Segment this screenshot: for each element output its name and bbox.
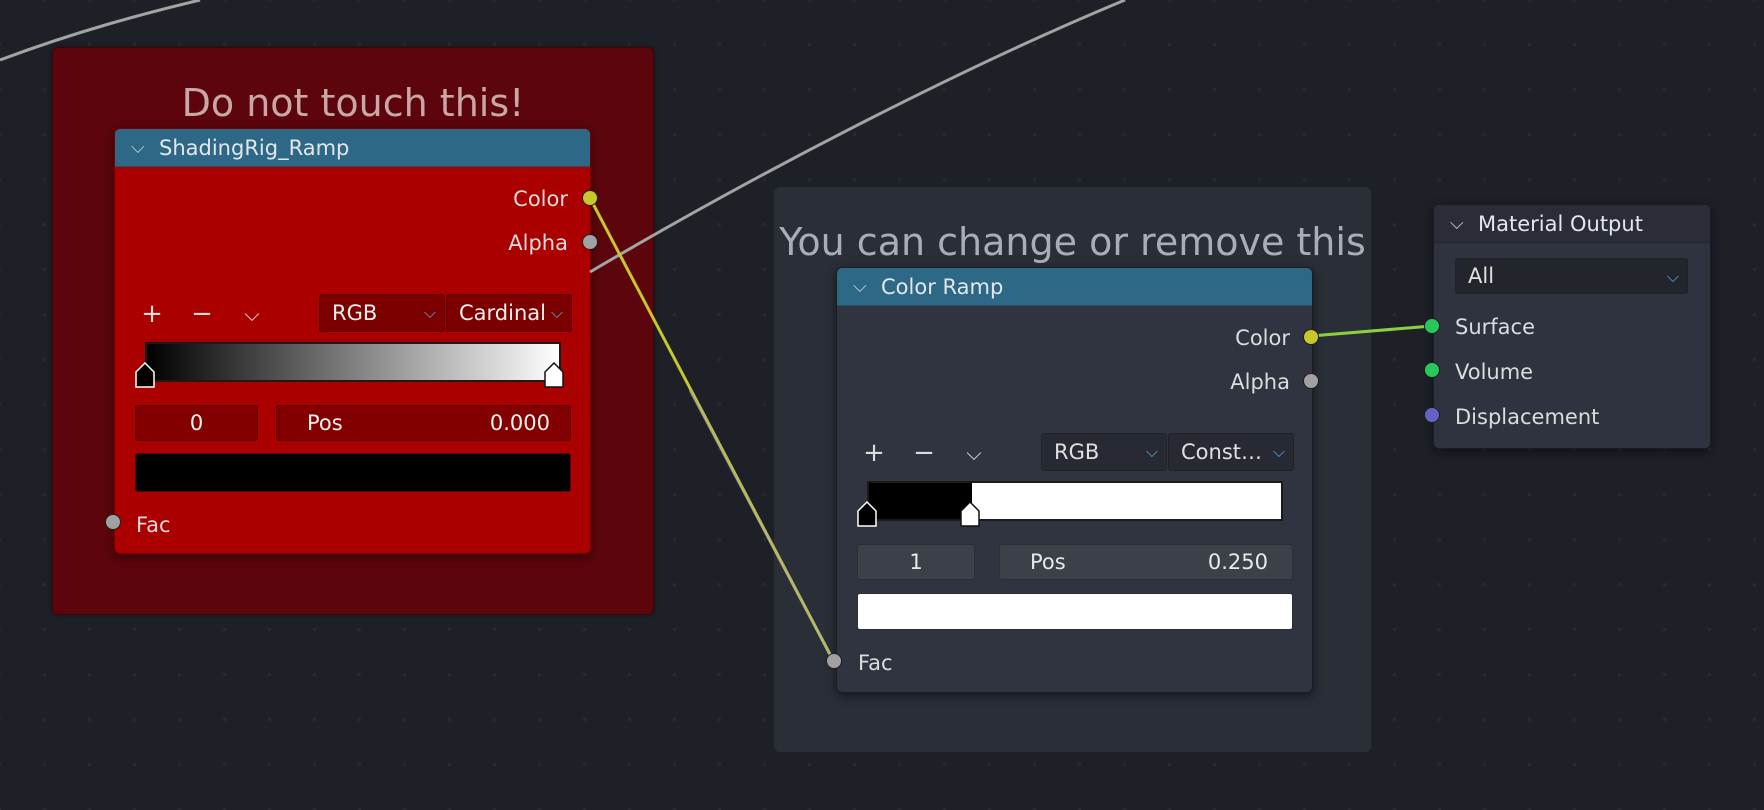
chevron-down-icon: ⌵ [1272, 442, 1285, 461]
socket-output-volume-in[interactable] [1424, 362, 1440, 378]
chevron-down-icon: ⌵ [1666, 267, 1679, 286]
interpolation-dropdown[interactable]: Const… ⌵ [1168, 433, 1294, 471]
color-mode-value: RGB [1054, 440, 1100, 464]
collapse-chevron-icon[interactable]: ⌵ [853, 276, 881, 297]
frame-title-editable: You can change or remove this [779, 220, 1366, 264]
node-shadingrig-ramp[interactable]: ⌵ ShadingRig_Ramp Color Alpha + − ⌵ RGB … [114, 128, 591, 554]
ramp-stop-black[interactable] [857, 501, 877, 527]
interpolation-dropdown[interactable]: Cardinal ⌵ [446, 294, 572, 332]
output-alpha-label: Alpha [1230, 370, 1290, 394]
input-displacement-label: Displacement [1455, 405, 1600, 429]
socket-output-surface-in[interactable] [1424, 318, 1440, 334]
active-stop-index-field[interactable]: 1 [857, 544, 975, 580]
pos-label: Pos [1030, 550, 1066, 574]
chevron-down-icon: ⌵ [423, 303, 436, 322]
socket-shading-fac-in[interactable] [105, 514, 121, 530]
node-title: Color Ramp [881, 274, 1004, 299]
color-mode-dropdown[interactable]: RGB ⌵ [319, 294, 445, 332]
remove-stop-icon[interactable]: − [909, 438, 939, 468]
node-header[interactable]: ⌵ Color Ramp [837, 268, 1312, 306]
socket-colorramp-color-out[interactable] [1303, 329, 1319, 345]
interpolation-value: Cardinal [459, 301, 546, 325]
input-fac-label: Fac [858, 651, 893, 675]
collapse-chevron-icon[interactable]: ⌵ [131, 137, 159, 158]
input-volume-label: Volume [1455, 360, 1534, 384]
node-header[interactable]: ⌵ ShadingRig_Ramp [115, 129, 590, 167]
color-ramp-bar[interactable] [145, 342, 561, 382]
specials-menu-icon[interactable]: ⌵ [959, 438, 989, 468]
socket-shading-alpha-out[interactable] [582, 234, 598, 250]
output-color-label: Color [513, 187, 568, 211]
input-fac-label: Fac [136, 513, 171, 537]
pos-value: 0.000 [489, 411, 550, 435]
add-stop-icon[interactable]: + [137, 299, 167, 329]
node-color-ramp[interactable]: ⌵ Color Ramp Color Alpha + − ⌵ RGB ⌵ Con… [836, 267, 1313, 693]
socket-colorramp-alpha-out[interactable] [1303, 373, 1319, 389]
output-color-label: Color [1235, 326, 1290, 350]
color-mode-value: RGB [332, 301, 378, 325]
stop-position-field[interactable]: Pos 0.000 [276, 405, 571, 441]
ramp-stop-white[interactable] [960, 501, 980, 527]
socket-output-displacement-in[interactable] [1424, 407, 1440, 423]
pos-label: Pos [307, 411, 343, 435]
target-value: All [1468, 264, 1495, 288]
socket-shading-color-out[interactable] [582, 190, 598, 206]
add-stop-icon[interactable]: + [859, 438, 889, 468]
pos-value: 0.250 [1207, 550, 1268, 574]
chevron-down-icon: ⌵ [1145, 442, 1158, 461]
color-mode-dropdown[interactable]: RGB ⌵ [1041, 433, 1167, 471]
active-stop-color-swatch[interactable] [135, 453, 571, 492]
node-header[interactable]: ⌵ Material Output [1434, 205, 1710, 243]
color-ramp-bar[interactable] [867, 481, 1283, 521]
chevron-down-icon: ⌵ [550, 303, 563, 322]
node-title: Material Output [1478, 211, 1643, 236]
node-title: ShadingRig_Ramp [159, 135, 350, 160]
interpolation-value: Const… [1181, 440, 1262, 464]
target-dropdown[interactable]: All ⌵ [1455, 258, 1688, 294]
frame-title-protected: Do not touch this! [181, 81, 525, 125]
active-stop-index-field[interactable]: 0 [135, 405, 258, 441]
stop-position-field[interactable]: Pos 0.250 [999, 544, 1293, 580]
output-alpha-label: Alpha [508, 231, 568, 255]
input-surface-label: Surface [1455, 315, 1536, 339]
socket-colorramp-fac-in[interactable] [826, 653, 842, 669]
node-material-output[interactable]: ⌵ Material Output All ⌵ Surface Volume D… [1433, 204, 1711, 449]
collapse-chevron-icon[interactable]: ⌵ [1450, 213, 1478, 234]
ramp-stop-white[interactable] [544, 362, 564, 388]
active-stop-color-swatch[interactable] [857, 593, 1293, 630]
ramp-stop-black[interactable] [135, 362, 155, 388]
specials-menu-icon[interactable]: ⌵ [237, 299, 267, 329]
remove-stop-icon[interactable]: − [187, 299, 217, 329]
